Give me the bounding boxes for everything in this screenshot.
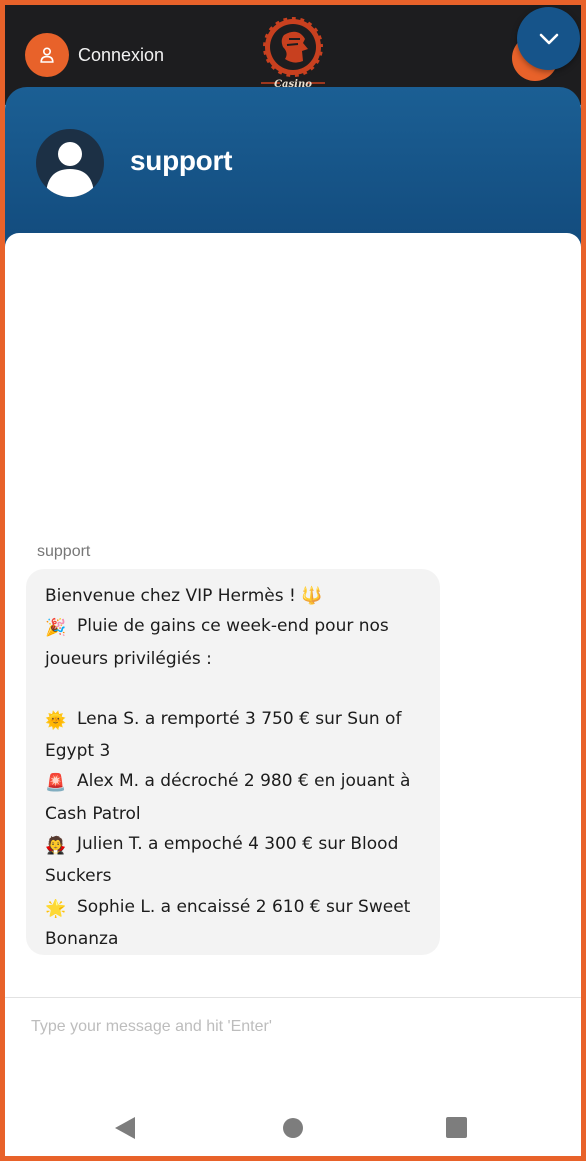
- message-line: 🌟 Sophie L. a encaissé 2 610 € sur Sweet: [45, 892, 421, 924]
- party-popper-icon: 🎉: [45, 618, 67, 639]
- message-line: Bonanza: [45, 928, 119, 949]
- chat-header: support: [5, 87, 581, 257]
- message-bubble: Bienvenue chez VIP Hermès ! 🔱 🎉 Pluie de …: [26, 569, 440, 955]
- message-line: 🌞 Lena S. a remporté 3 750 € sur Sun of: [45, 704, 421, 736]
- home-icon[interactable]: [283, 1118, 303, 1138]
- vampire-icon: 🧛: [45, 836, 67, 857]
- message-line: Suckers: [45, 866, 112, 887]
- chevron-down-icon: [539, 33, 558, 44]
- message-text: Sophie L. a encaissé 2 610 € sur Sweet: [77, 896, 411, 917]
- glowing-star-icon: 🌟: [45, 898, 67, 919]
- message-composer: [5, 997, 581, 1057]
- casino-logo[interactable]: Casino: [253, 9, 333, 93]
- message-text: Julien T. a empoché 4 300 € sur Blood: [77, 834, 399, 855]
- message-line: Cash Patrol: [45, 803, 141, 824]
- message-text: Pluie de gains ce week-end pour nos: [77, 616, 389, 637]
- agent-name: support: [130, 145, 233, 176]
- app-frame: Connexion Casino support support Bienven…: [0, 0, 586, 1161]
- user-icon: [40, 47, 54, 63]
- message-line: 🎉 Pluie de gains ce week-end pour nos: [45, 611, 421, 643]
- agent-avatar: [36, 129, 104, 197]
- message-text: Alex M. a décroché 2 980 € en jouant à: [77, 771, 411, 792]
- login-button[interactable]: Connexion: [25, 33, 164, 77]
- sun-face-icon: 🌞: [45, 710, 67, 731]
- message-line: joueurs privilégiés :: [45, 648, 212, 669]
- chat-body: support Bienvenue chez VIP Hermès ! 🔱 🎉 P…: [5, 233, 581, 1098]
- collapse-chat-button[interactable]: [517, 7, 580, 70]
- siren-icon: 🚨: [45, 773, 67, 794]
- agent-avatar-icon: [46, 142, 94, 197]
- message-line: Egypt 3: [45, 741, 111, 762]
- login-label: Connexion: [78, 44, 165, 65]
- message-text: Lena S. a remporté 3 750 € sur Sun of: [77, 708, 402, 729]
- message-input[interactable]: [31, 1014, 551, 1040]
- back-icon[interactable]: [115, 1117, 135, 1139]
- sender-label: support: [37, 543, 91, 560]
- recent-apps-icon[interactable]: [446, 1117, 467, 1138]
- login-avatar: [25, 33, 69, 77]
- message-line: 🧛 Julien T. a empoché 4 300 € sur Blood: [45, 829, 421, 861]
- android-nav-bar: [5, 1090, 581, 1156]
- message-line: Bienvenue chez VIP Hermès ! 🔱: [45, 586, 323, 606]
- message-line: 🚨 Alex M. a décroché 2 980 € en jouant à: [45, 766, 421, 798]
